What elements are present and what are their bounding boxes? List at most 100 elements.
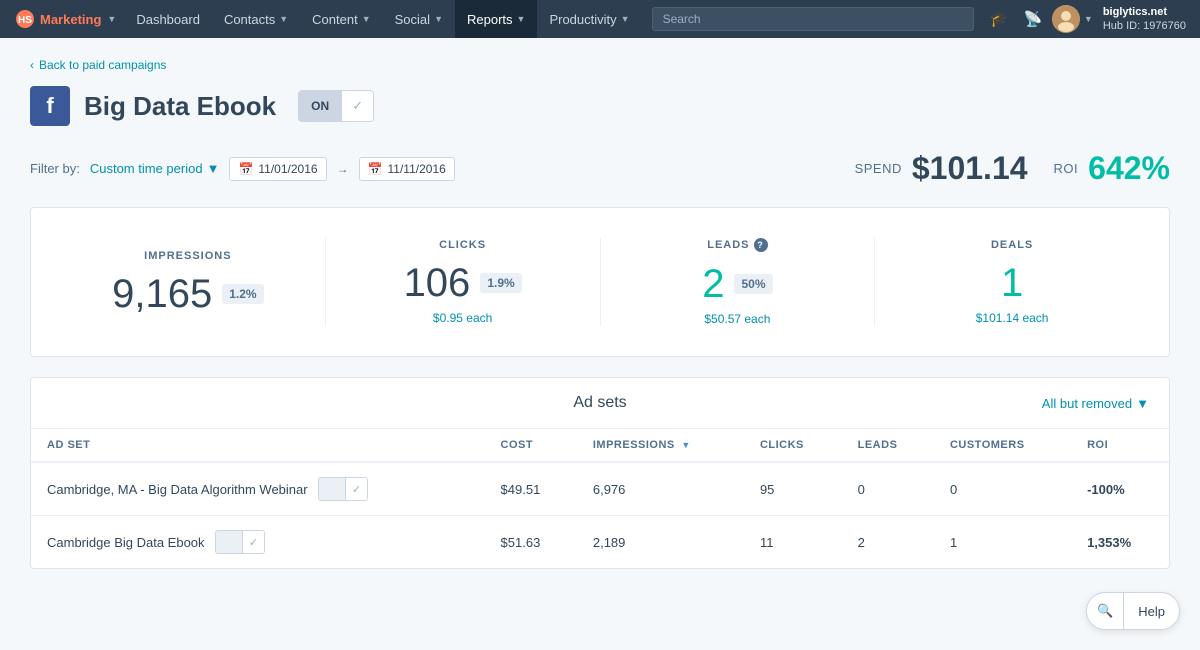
page-header: f Big Data Ebook ON ✓ [30,86,1170,126]
leads-sub: $50.57 each [621,312,855,326]
date-end-input[interactable]: 📅 11/11/2016 [359,157,455,181]
date-start-value: 11/01/2016 [258,162,317,176]
deals-sub: $101.14 each [895,311,1129,325]
impressions-cell: 6,976 [577,462,744,516]
row-toggle[interactable]: ✓ [215,530,265,554]
graduation-cap-icon[interactable]: 🎓 [984,4,1014,34]
contacts-arrow-icon: ▼ [279,14,288,24]
clicks-sub: $0.95 each [346,311,580,325]
row-toggle[interactable]: ✓ [318,477,368,501]
ad-sets-table: AD SET COST IMPRESSIONS ▼ CLICKS LEADS C… [31,429,1169,568]
col-leads: LEADS [842,429,934,462]
clicks-value: 106 [404,263,471,303]
nav-content[interactable]: Content ▼ [300,0,382,38]
roi-label: ROI [1054,161,1079,176]
period-label: Custom time period [90,161,203,176]
help-button[interactable]: 🔍 Help [1086,592,1180,630]
ad-sets-title: Ad sets [417,394,783,412]
date-range-arrow-icon: → [337,162,349,176]
brand-logo[interactable]: HS Marketing ▼ [8,10,124,28]
chevron-left-icon: ‹ [30,58,34,72]
clicks-cell: 11 [744,516,842,569]
leads-badge: 50% [734,274,772,294]
col-roi: ROI [1071,429,1169,462]
content-arrow-icon: ▼ [362,14,371,24]
social-arrow-icon: ▼ [434,14,443,24]
impressions-value: 9,165 [112,274,212,314]
col-ad-set: AD SET [31,429,485,462]
brand-arrow-icon: ▼ [107,14,116,24]
date-end-value: 11/11/2016 [388,162,446,176]
customers-cell: 0 [934,462,1071,516]
breadcrumb-label: Back to paid campaigns [39,58,166,72]
campaign-toggle[interactable]: ON ✓ [298,90,374,122]
customers-cell: 1 [934,516,1071,569]
nav-social[interactable]: Social ▼ [383,0,455,38]
impressions-badge: 1.2% [222,284,263,304]
spend-value: $101.14 [912,150,1028,187]
leads-label: LEADS ? [621,238,855,252]
table-row: Cambridge, MA - Big Data Algorithm Webin… [31,462,1169,516]
search-container [652,7,974,31]
ad-set-name-cell: Cambridge, MA - Big Data Algorithm Webin… [31,462,485,516]
toggle-check-icon[interactable]: ✓ [341,90,373,122]
productivity-arrow-icon: ▼ [621,14,630,24]
signal-icon[interactable]: 📡 [1018,4,1048,34]
main-content: ‹ Back to paid campaigns f Big Data Eboo… [0,38,1200,589]
col-clicks: CLICKS [744,429,842,462]
roi-cell: 1,353% [1071,516,1169,569]
ad-sets-filter-dropdown[interactable]: All but removed ▼ [783,396,1149,411]
ad-set-name-cell: Cambridge Big Data Ebook ✓ [31,516,485,569]
account-info: biglytics.net Hub ID: 1976760 [1097,5,1192,34]
impressions-cell: 2,189 [577,516,744,569]
nav-productivity[interactable]: Productivity ▼ [537,0,641,38]
account-name: biglytics.net [1103,5,1186,19]
roi-cell: -100% [1071,462,1169,516]
roi-value: 642% [1088,150,1170,187]
brand-label: Marketing [40,12,101,27]
sort-icon: ▼ [681,440,690,450]
filter-dropdown-arrow-icon: ▼ [1136,396,1149,411]
leads-cell: 2 [842,516,934,569]
metrics-card: IMPRESSIONS 9,165 1.2% CLICKS 106 1.9% $… [30,207,1170,357]
cost-cell: $49.51 [485,462,577,516]
date-start-input[interactable]: 📅 11/01/2016 [229,157,326,181]
col-cost: COST [485,429,577,462]
nav-reports[interactable]: Reports ▼ [455,0,537,38]
filter-by-label: Filter by: [30,161,80,176]
metric-leads: LEADS ? 2 50% $50.57 each [601,238,875,326]
impressions-label: IMPRESSIONS [71,250,305,262]
help-search-icon[interactable]: 🔍 [1087,593,1123,629]
hub-id: Hub ID: 1976760 [1103,19,1186,33]
help-label[interactable]: Help [1124,593,1179,629]
col-impressions[interactable]: IMPRESSIONS ▼ [577,429,744,462]
svg-text:HS: HS [18,15,32,26]
nav-contacts[interactable]: Contacts ▼ [212,0,300,38]
nav-dashboard[interactable]: Dashboard [124,0,212,38]
col-customers: CUSTOMERS [934,429,1071,462]
navbar: HS Marketing ▼ Dashboard Contacts ▼ Cont… [0,0,1200,38]
leads-value: 2 [702,264,724,304]
breadcrumb[interactable]: ‹ Back to paid campaigns [30,58,1170,72]
search-input[interactable] [652,7,974,31]
deals-value: 1 [1001,263,1023,303]
avatar[interactable] [1052,5,1080,33]
page-title: Big Data Ebook [84,91,276,122]
ad-sets-card: Ad sets All but removed ▼ AD SET COST IM… [30,377,1170,569]
avatar-arrow-icon: ▼ [1084,14,1093,24]
toggle-on-label[interactable]: ON [299,90,341,122]
deals-label: DEALS [895,239,1129,251]
nav-icons-group: 🎓 📡 ▼ biglytics.net Hub ID: 1976760 [984,4,1192,34]
period-dropdown[interactable]: Custom time period ▼ [90,161,220,176]
clicks-cell: 95 [744,462,842,516]
cost-cell: $51.63 [485,516,577,569]
metric-deals: DEALS 1 $101.14 each [875,239,1149,325]
leads-info-icon[interactable]: ? [754,238,768,252]
table-row: Cambridge Big Data Ebook ✓ $51.63 2,189 … [31,516,1169,569]
clicks-badge: 1.9% [480,273,521,293]
reports-arrow-icon: ▼ [517,14,526,24]
filter-dropdown-label: All but removed [1042,396,1132,411]
clicks-label: CLICKS [346,239,580,251]
filter-bar: Filter by: Custom time period ▼ 📅 11/01/… [30,150,1170,187]
leads-cell: 0 [842,462,934,516]
